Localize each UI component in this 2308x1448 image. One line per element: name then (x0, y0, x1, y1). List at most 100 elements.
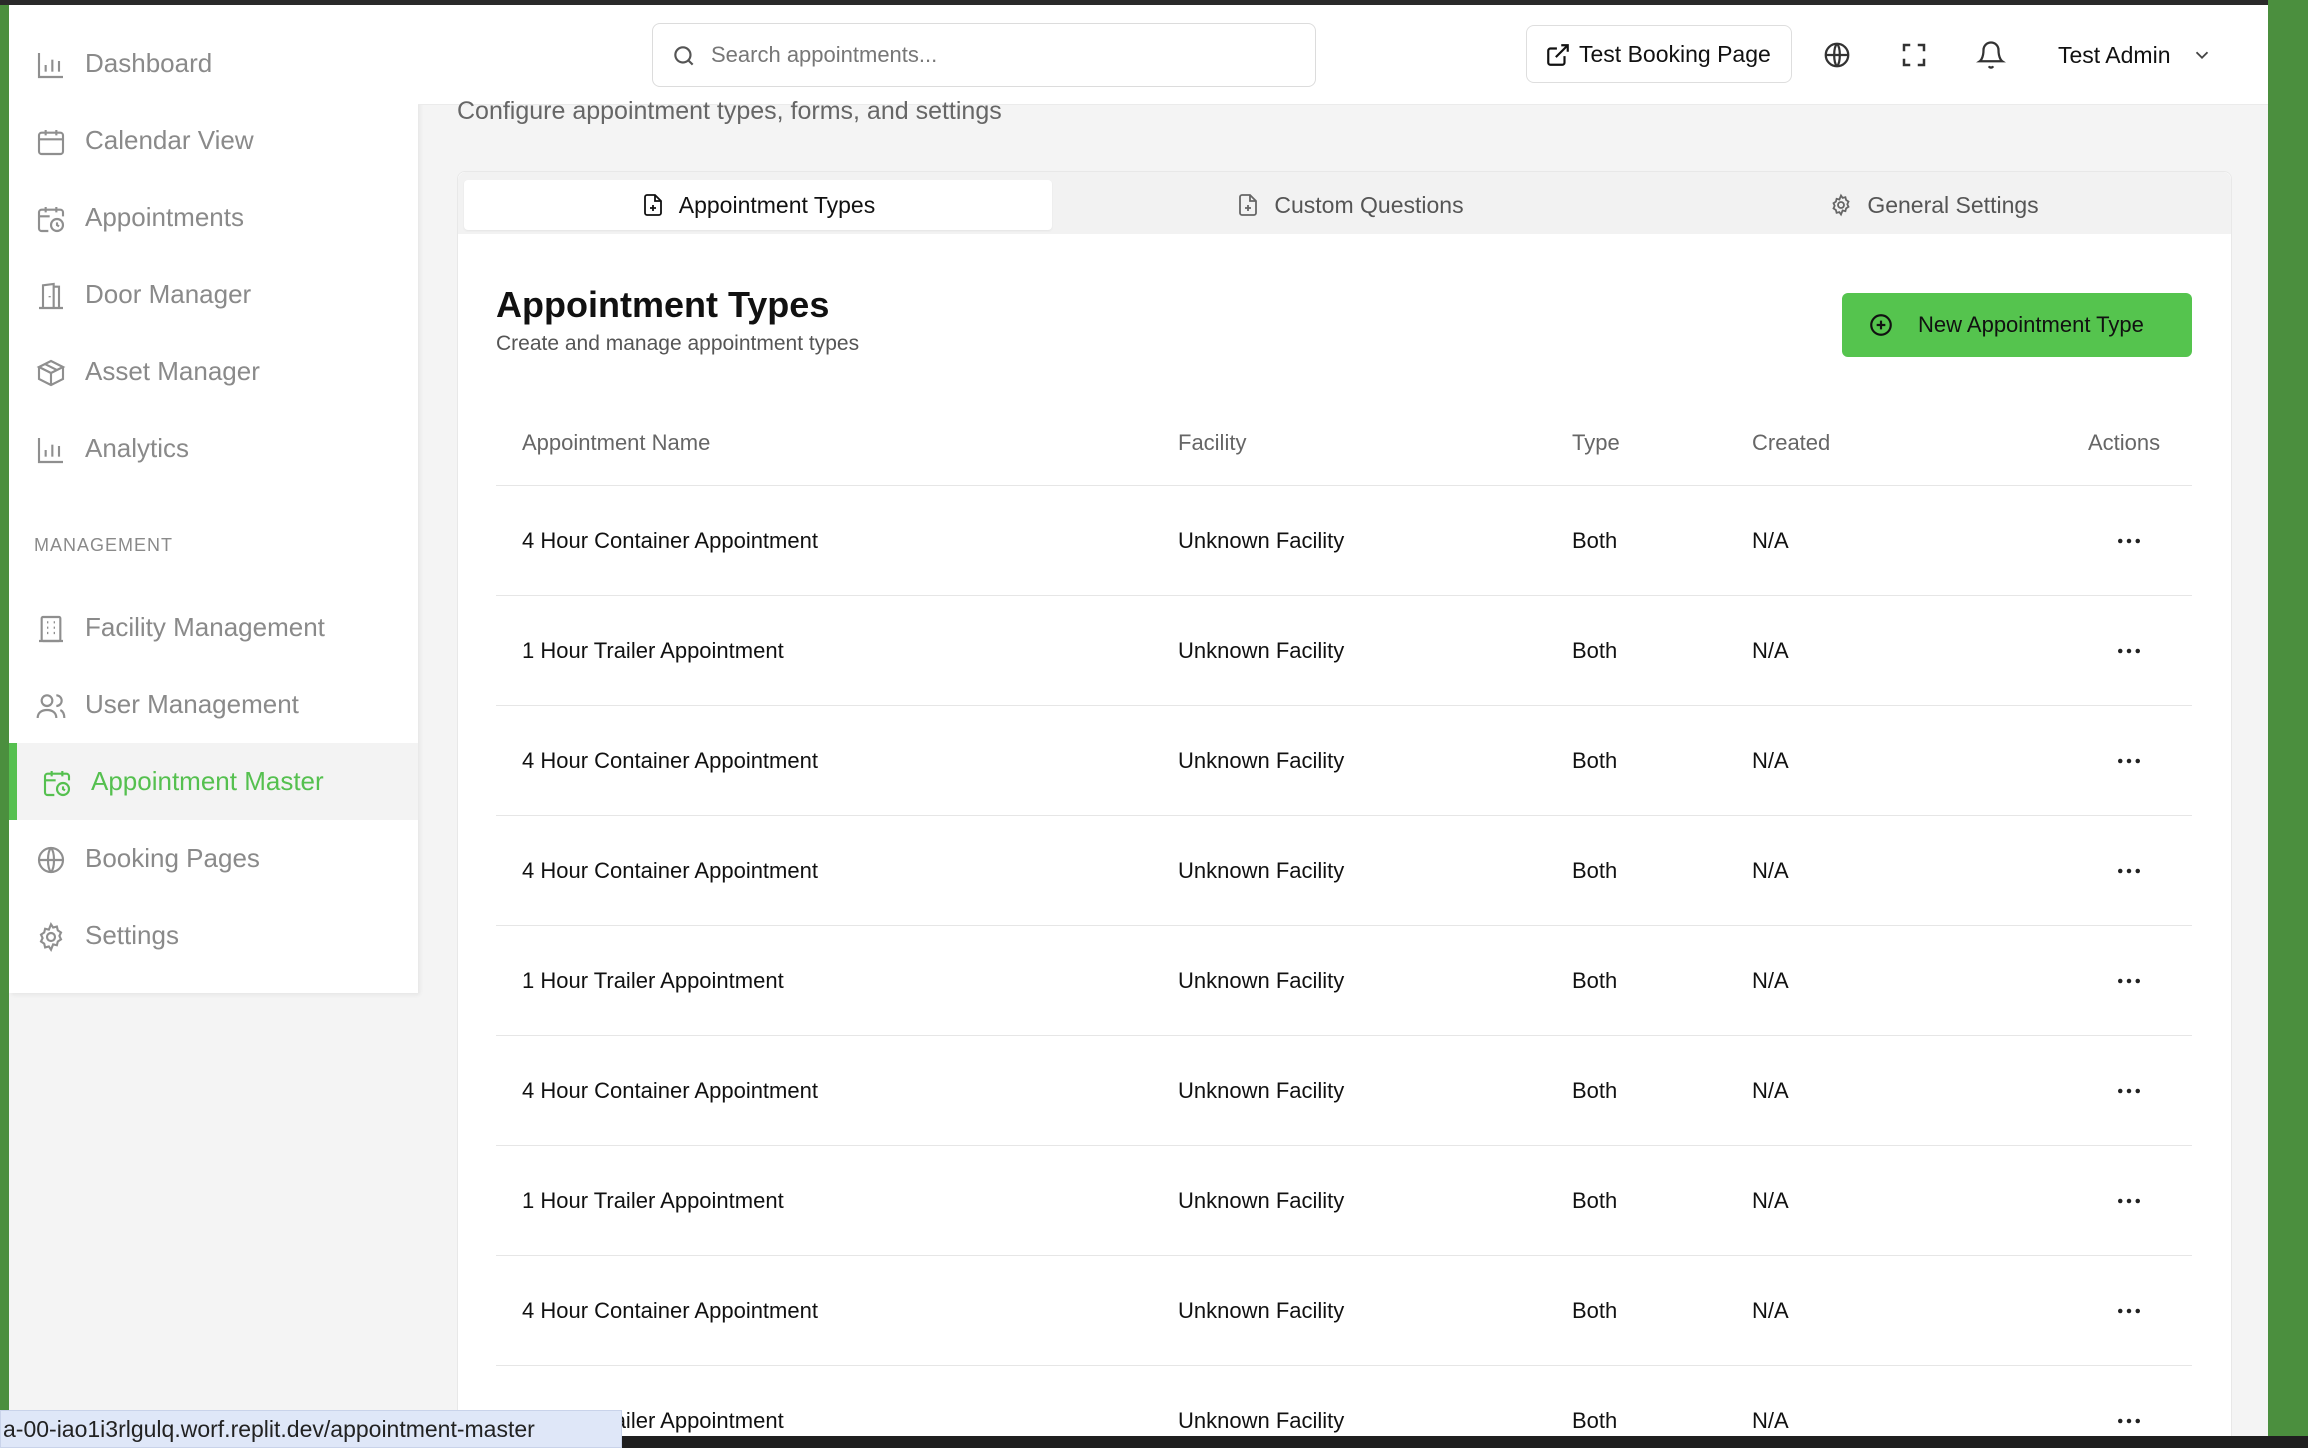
table-row: 4 Hour Container Appointment Unknown Faci… (496, 1036, 2192, 1146)
more-horizontal-icon[interactable] (2114, 636, 2144, 666)
cell-created: N/A (1752, 968, 1789, 993)
cell-appointment-name: 4 Hour Container Appointment (522, 748, 818, 773)
appointment-master-card: Appointment Types Custom Questions Gener… (457, 171, 2232, 1436)
test-booking-page-button[interactable]: Test Booking Page (1526, 25, 1792, 83)
sidebar-item-door-manager[interactable]: Door Manager (9, 256, 418, 333)
sidebar-item-dashboard[interactable]: Dashboard (9, 25, 418, 102)
tab-list: Appointment Types Custom Questions Gener… (458, 172, 2231, 234)
gear-icon (39, 922, 63, 952)
tab-label: Appointment Types (678, 191, 876, 218)
more-horizontal-icon[interactable] (2114, 1186, 2144, 1216)
sidebar-item-user-management[interactable]: User Management (9, 666, 418, 743)
sidebar-item-label: Dashboard (85, 48, 213, 78)
plus-circle-icon (1870, 314, 1892, 336)
user-name: Test Admin (2058, 41, 2171, 68)
cell-facility: Unknown Facility (1178, 748, 1345, 773)
fullscreen-icon[interactable] (1899, 40, 1929, 70)
sidebar-item-label: Booking Pages (85, 843, 260, 873)
cell-appointment-name: 4 Hour Container Appointment (522, 528, 818, 553)
sidebar-item-facility-management[interactable]: Facility Management (9, 589, 418, 666)
sidebar-item-booking-pages[interactable]: Booking Pages (9, 820, 418, 897)
more-horizontal-icon[interactable] (2114, 856, 2144, 886)
more-horizontal-icon[interactable] (2114, 746, 2144, 776)
cell-facility: Unknown Facility (1178, 968, 1345, 993)
cell-created: N/A (1752, 638, 1789, 663)
cell-type: Both (1572, 1078, 1618, 1103)
cell-created: N/A (1752, 748, 1789, 773)
column-header-actions: Actions (2088, 430, 2161, 455)
sidebar: Dashboard Calendar View Appointments Doo… (9, 5, 418, 993)
sidebar-item-label: Door Manager (85, 279, 252, 309)
column-header-name: Appointment Name (522, 430, 711, 455)
appointment-types-table: Appointment Name Facility Type Created A… (496, 400, 2192, 1436)
search-box (652, 23, 1316, 87)
sidebar-item-calendar-view[interactable]: Calendar View (9, 102, 418, 179)
sidebar-item-label: User Management (85, 689, 299, 719)
tab-general-settings[interactable]: General Settings (1640, 180, 2228, 230)
tab-appointment-types[interactable]: Appointment Types (464, 180, 1052, 230)
cell-type: Both (1572, 528, 1618, 553)
search-input[interactable] (711, 34, 1301, 76)
cell-type: Both (1572, 1298, 1618, 1323)
window-left-edge (0, 5, 9, 1436)
cell-created: N/A (1752, 1188, 1789, 1213)
sidebar-item-label: Settings (85, 920, 179, 950)
sidebar-item-appointment-master[interactable]: Appointment Master (9, 743, 418, 820)
table-row: 1 Hour Trailer Appointment Unknown Facili… (496, 1366, 2192, 1436)
door-icon (39, 282, 63, 310)
more-horizontal-icon[interactable] (2114, 1076, 2144, 1106)
cell-appointment-name: 1 Hour Trailer Appointment (522, 1188, 784, 1213)
more-horizontal-icon[interactable] (2114, 966, 2144, 996)
cell-type: Both (1572, 638, 1618, 663)
cell-appointment-name: 4 Hour Container Appointment (522, 858, 818, 883)
more-horizontal-icon[interactable] (2114, 1296, 2144, 1326)
management-section-label: MANAGEMENT (34, 535, 174, 555)
external-link-icon (1547, 44, 1569, 66)
tab-label: Custom Questions (1274, 191, 1464, 218)
cell-facility: Unknown Facility (1178, 1408, 1345, 1433)
column-header-facility: Facility (1178, 430, 1247, 455)
table-row: 1 Hour Trailer Appointment Unknown Facili… (496, 926, 2192, 1036)
sidebar-item-settings[interactable]: Settings (9, 897, 418, 974)
window-right-edge (2268, 0, 2308, 1436)
table-body: 4 Hour Container Appointment Unknown Faci… (496, 486, 2192, 1436)
app-window: Dashboard Calendar View Appointments Doo… (0, 5, 2268, 1436)
status-url-tooltip: a-00-iao1i3rlgulq.worf.replit.dev/appoin… (0, 1410, 622, 1448)
cell-created: N/A (1752, 528, 1789, 553)
cell-created: N/A (1752, 858, 1789, 883)
globe-icon (37, 846, 65, 874)
calendar-icon (37, 130, 65, 156)
file-plus-icon (643, 194, 662, 216)
cell-facility: Unknown Facility (1178, 528, 1345, 553)
bar-chart-icon (37, 53, 63, 79)
calendar-clock-icon (43, 771, 71, 797)
cell-appointment-name: 1 Hour Trailer Appointment (522, 968, 784, 993)
cell-facility: Unknown Facility (1178, 1078, 1345, 1103)
section-description: Create and manage appointment types (496, 332, 860, 355)
table-row: 4 Hour Container Appointment Unknown Faci… (496, 1256, 2192, 1366)
user-menu[interactable]: Test Admin (2058, 35, 2213, 75)
sidebar-item-label: Facility Management (85, 612, 325, 642)
cell-facility: Unknown Facility (1178, 1188, 1345, 1213)
more-horizontal-icon[interactable] (2114, 526, 2144, 556)
cell-facility: Unknown Facility (1178, 638, 1345, 663)
gear-icon (1832, 193, 1850, 217)
bell-icon[interactable] (1976, 40, 2006, 70)
bar-chart-icon (37, 438, 63, 464)
section-title: Appointment Types (496, 284, 830, 325)
tab-custom-questions[interactable]: Custom Questions (1056, 180, 1644, 230)
table-row: 4 Hour Container Appointment Unknown Faci… (496, 486, 2192, 596)
globe-icon[interactable] (1822, 40, 1852, 70)
chevron-down-icon (2195, 51, 2208, 60)
sidebar-item-appointments[interactable]: Appointments (9, 179, 418, 256)
test-booking-page-label: Test Booking Page (1579, 40, 1771, 67)
sidebar-item-analytics[interactable]: Analytics (9, 410, 418, 487)
more-horizontal-icon[interactable] (2114, 1406, 2144, 1436)
cell-type: Both (1572, 1188, 1618, 1213)
table-row: 4 Hour Container Appointment Unknown Faci… (496, 816, 2192, 926)
top-header: Test Booking Page Test Admin (418, 5, 2268, 105)
new-appointment-type-button[interactable]: New Appointment Type (1842, 293, 2192, 357)
sidebar-item-asset-manager[interactable]: Asset Manager (9, 333, 418, 410)
sidebar-item-label: Asset Manager (85, 356, 260, 386)
sidebar-item-label: Analytics (85, 433, 190, 463)
